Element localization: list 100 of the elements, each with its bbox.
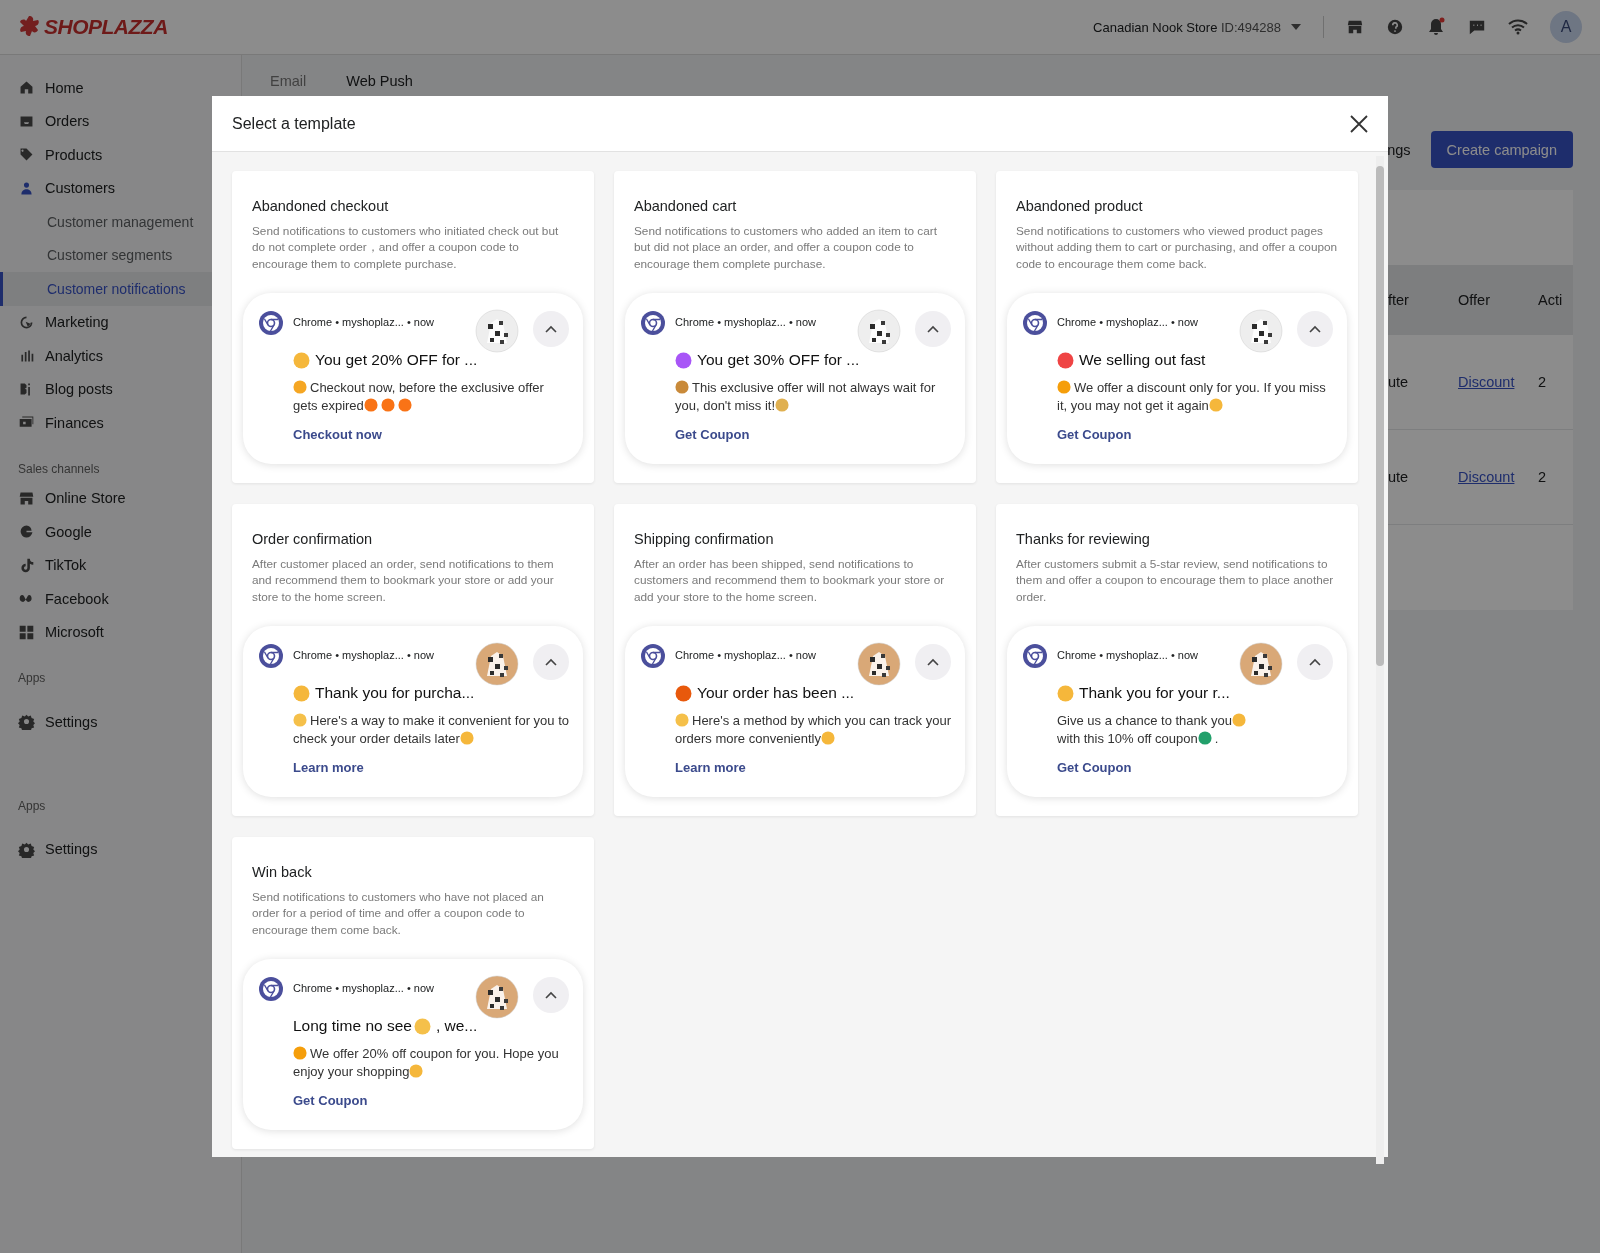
nav-item[interactable]: Facebook bbox=[0, 582, 241, 616]
template-description: Send notifications to customers who viewed product pages without adding them to cart or purchasing, and offer a coupon code to encourage them come back. bbox=[1015, 223, 1339, 273]
collapse-button[interactable] bbox=[533, 311, 569, 347]
template-description: Send notifications to customers who have not placed an order for a period of time and offer a coupon code to encourage them come back. bbox=[251, 889, 545, 939]
help-icon[interactable] bbox=[1386, 18, 1404, 36]
notification-source: Chrome • myshoplaz... • now bbox=[293, 982, 435, 994]
nav-item[interactable]: Finances bbox=[0, 406, 241, 440]
nav-item[interactable]: Analytics bbox=[0, 339, 241, 373]
notification-link[interactable]: Checkout now bbox=[293, 427, 569, 442]
browser-icon bbox=[641, 644, 665, 668]
nav-item[interactable]: Products bbox=[0, 138, 241, 172]
collapse-button[interactable] bbox=[1297, 311, 1333, 347]
chevron-up-icon bbox=[1309, 658, 1321, 666]
store-icon[interactable] bbox=[1346, 18, 1364, 36]
nav-item[interactable]: Google bbox=[0, 515, 241, 549]
browser-icon bbox=[259, 311, 283, 335]
nav-item[interactable]: Marketing bbox=[0, 305, 241, 339]
browser-icon bbox=[259, 644, 283, 668]
scrollbar[interactable] bbox=[1376, 156, 1384, 1164]
column-header: Offer bbox=[1458, 292, 1491, 308]
browser-icon bbox=[1023, 311, 1047, 335]
template-card[interactable] bbox=[232, 504, 594, 816]
notification-link[interactable]: Get Coupon bbox=[675, 427, 951, 442]
notification-title: We selling out fast bbox=[1079, 351, 1206, 369]
nav-item[interactable]: Customers bbox=[0, 171, 241, 205]
section-label: Apps bbox=[17, 797, 47, 815]
chat-icon[interactable] bbox=[1468, 18, 1486, 36]
template-title: Abandoned cart bbox=[633, 198, 738, 214]
template-card[interactable] bbox=[614, 171, 976, 483]
collapse-button[interactable] bbox=[533, 977, 569, 1013]
caret-icon[interactable] bbox=[1291, 24, 1301, 30]
table-cell-text: 2 bbox=[1538, 469, 1548, 485]
collapse-button[interactable] bbox=[915, 644, 951, 680]
nav-item[interactable]: Online Store bbox=[0, 481, 241, 515]
notification-message: We offer 20% off coupon for you. Hope you enjoy your shopping bbox=[293, 1046, 559, 1079]
table-cell-text: ute bbox=[1388, 374, 1410, 390]
browser-icon bbox=[1023, 644, 1047, 668]
column-header: Acti bbox=[1538, 292, 1564, 308]
chevron-up-icon bbox=[927, 325, 939, 333]
notification-message: Here's a way to make it convenient for you to check your order details later bbox=[293, 713, 569, 746]
notification-message: 10% off coupon bbox=[1106, 731, 1198, 746]
template-card[interactable] bbox=[996, 171, 1358, 483]
offer-link[interactable]: Discount bbox=[1458, 374, 1538, 390]
notification-title: Your order has been ... bbox=[697, 684, 855, 702]
template-card[interactable] bbox=[614, 504, 976, 816]
tab[interactable]: Web Push bbox=[346, 73, 413, 95]
bell-icon[interactable] bbox=[1426, 17, 1446, 37]
notification-link[interactable]: Learn more bbox=[675, 760, 951, 775]
offer-link[interactable]: Discount bbox=[1458, 469, 1538, 485]
notification-message: Checkout now, before the exclusive offer gets expired bbox=[293, 380, 544, 413]
user-avatar[interactable]: A bbox=[1550, 11, 1582, 43]
notification-link[interactable]: Learn more bbox=[293, 760, 569, 775]
chevron-up-icon bbox=[545, 991, 557, 999]
store-switcher[interactable]: Canadian Nook Store ID:494288 bbox=[1093, 19, 1281, 35]
logo-wordmark[interactable]: SHOPLAZZA bbox=[44, 15, 168, 39]
notification-source: Chrome • myshoplaz... • now bbox=[293, 649, 435, 661]
collapse-button[interactable] bbox=[1297, 644, 1333, 680]
notification-message: Give us a chance to thank you bbox=[1057, 713, 1232, 728]
template-title: Order confirmation bbox=[251, 531, 374, 547]
notification-source: Chrome • myshoplaz... • now bbox=[1057, 316, 1199, 328]
collapse-button[interactable] bbox=[533, 644, 569, 680]
notification-link[interactable]: Get Coupon bbox=[1057, 760, 1333, 775]
template-card[interactable] bbox=[232, 171, 594, 483]
close-icon[interactable] bbox=[1350, 114, 1368, 133]
nav-item[interactable]: Blog posts bbox=[0, 372, 241, 406]
tab[interactable]: Email bbox=[270, 73, 307, 95]
notification-message: Here's a method by which you can track your orders more conveniently bbox=[675, 713, 951, 746]
logo-icon bbox=[18, 15, 40, 39]
notification-title: Thank you for your r... bbox=[1079, 684, 1230, 702]
nav-item[interactable]: Settings bbox=[0, 832, 241, 866]
nav-item[interactable]: TikTok bbox=[0, 548, 241, 582]
wifi-icon[interactable] bbox=[1508, 19, 1528, 35]
section-label: Apps bbox=[17, 670, 47, 687]
section-label: Sales channels bbox=[17, 460, 101, 478]
browser-icon bbox=[259, 977, 283, 1001]
notification-message: with this bbox=[1057, 731, 1104, 746]
settings-button[interactable]: ngs bbox=[1387, 131, 1411, 168]
notification-source: Chrome • myshoplaz... • now bbox=[293, 316, 435, 328]
create-button[interactable]: Create campaign bbox=[1430, 131, 1573, 168]
notification-message: This exclusive offer will not always wait for you, don't miss it! bbox=[675, 380, 936, 413]
dialog-title: Select a template bbox=[232, 114, 356, 133]
nav-item[interactable]: Home bbox=[0, 71, 241, 105]
template-card[interactable] bbox=[996, 504, 1358, 816]
chevron-up-icon bbox=[1309, 325, 1321, 333]
nav-item[interactable]: Settings bbox=[0, 705, 241, 739]
notification-link[interactable]: Get Coupon bbox=[293, 1093, 569, 1108]
template-title: Thanks for reviewing bbox=[1015, 531, 1151, 547]
notification-source: Chrome • myshoplaz... • now bbox=[1057, 649, 1199, 661]
collapse-button[interactable] bbox=[915, 311, 951, 347]
notification-source: Chrome • myshoplaz... • now bbox=[675, 316, 817, 328]
notification-title: Long time no see bbox=[293, 1017, 412, 1035]
notification-source: Chrome • myshoplaz... • now bbox=[675, 649, 817, 661]
chevron-up-icon bbox=[545, 658, 557, 666]
template-title: Abandoned checkout bbox=[251, 198, 390, 214]
table-cell-text: 2 bbox=[1538, 374, 1548, 390]
chevron-up-icon bbox=[927, 658, 939, 666]
notification-link[interactable]: Get Coupon bbox=[1057, 427, 1333, 442]
template-card[interactable] bbox=[232, 837, 594, 1149]
nav-item[interactable]: Microsoft bbox=[0, 615, 241, 649]
template-description: After customer placed an order, send notifications to them and recommend them to bookmark your store or add your store to the home screen. bbox=[251, 556, 555, 606]
